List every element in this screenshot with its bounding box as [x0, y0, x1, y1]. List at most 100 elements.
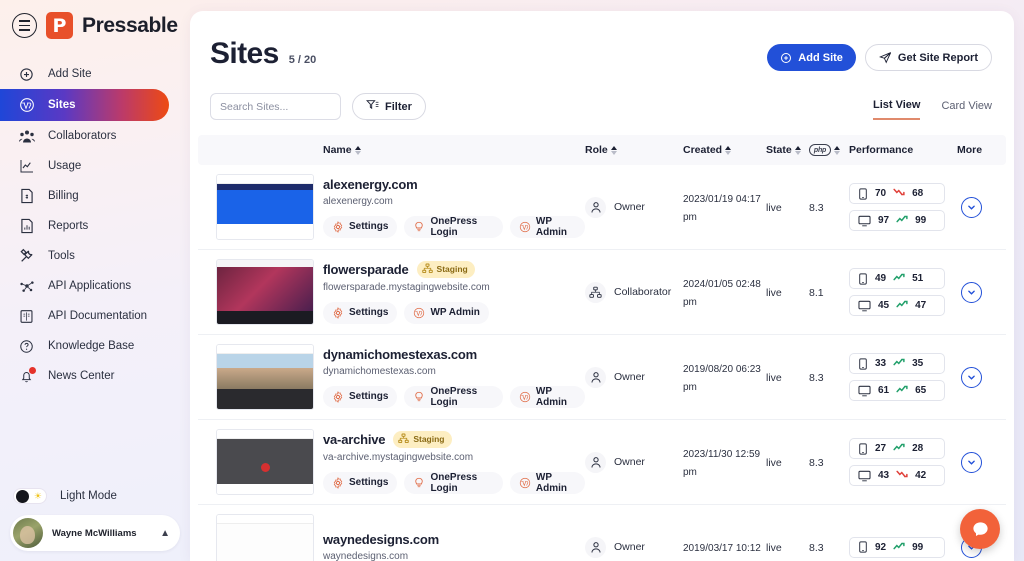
view-toggle: List View Card View	[873, 99, 992, 120]
row-more-button[interactable]	[961, 197, 982, 218]
site-name-line: alexenergy.com	[323, 177, 585, 192]
action-settings[interactable]: Settings	[323, 302, 397, 324]
col-state-header[interactable]: State	[766, 144, 809, 156]
desktop-score[interactable]: 97 99	[849, 210, 945, 231]
site-name[interactable]: dynamichomestexas.com	[323, 347, 477, 362]
search-input[interactable]	[210, 93, 341, 120]
sort-icon[interactable]	[355, 146, 361, 155]
site-thumbnail[interactable]	[216, 429, 314, 495]
mobile-score[interactable]: 33 35	[849, 353, 945, 374]
php-cell: 8.3	[809, 538, 849, 556]
site-url: va-archive.mystagingwebsite.com	[323, 452, 585, 463]
action-settings[interactable]: Settings	[323, 216, 397, 238]
light-mode-toggle[interactable]: ☀ Light Mode	[0, 488, 190, 504]
table-row[interactable]: va-archive Staging va-archive.mystagingw…	[198, 420, 1006, 505]
row-more-button[interactable]	[961, 452, 982, 473]
action-wp-admin[interactable]: WP Admin	[404, 302, 488, 324]
get-site-report-button[interactable]: Get Site Report	[865, 44, 992, 71]
desktop-score[interactable]: 43 42	[849, 465, 945, 486]
sidebar-item-collaborators[interactable]: Collaborators	[0, 121, 190, 151]
trend-up-icon	[896, 214, 908, 227]
action-wp-admin[interactable]: WP Admin	[510, 472, 585, 494]
action-onepress-login[interactable]: OnePress Login	[404, 216, 502, 238]
sidebar-item-news-center[interactable]: News Center	[0, 361, 190, 391]
avatar	[13, 518, 43, 548]
sidebar-item-billing[interactable]: Billing	[0, 181, 190, 211]
action-settings[interactable]: Settings	[323, 386, 397, 408]
performance-cell: 70 68 97 99	[849, 183, 957, 231]
sort-icon[interactable]	[795, 146, 801, 155]
sidebar-item-api-applications[interactable]: API Applications	[0, 271, 190, 301]
sort-icon[interactable]	[834, 146, 840, 155]
action-onepress-login[interactable]: OnePress Login	[404, 472, 502, 494]
more-cell	[957, 367, 1003, 388]
action-wp-admin[interactable]: WP Admin	[510, 216, 585, 238]
sidebar-item-add-site[interactable]: Add Site	[0, 59, 190, 89]
sort-icon[interactable]	[611, 146, 617, 155]
sidebar-item-label: API Applications	[48, 280, 131, 292]
table-row[interactable]: flowersparade Staging flowersparade.myst…	[198, 250, 1006, 335]
php-icon: php	[809, 144, 831, 156]
site-thumbnail[interactable]	[216, 514, 314, 561]
action-onepress-login[interactable]: OnePress Login	[404, 386, 502, 408]
sidebar-item-sites[interactable]: Sites	[0, 89, 169, 121]
mobile-score[interactable]: 92 99	[849, 537, 945, 558]
add-site-button[interactable]: Add Site	[767, 44, 856, 71]
performance-cell: 27 28 43 42	[849, 438, 957, 486]
site-name[interactable]: flowersparade	[323, 262, 409, 277]
desktop-score[interactable]: 61 65	[849, 380, 945, 401]
chat-bubble-icon[interactable]	[960, 509, 1000, 549]
theme-switch[interactable]: ☀	[13, 488, 47, 504]
mobile-score[interactable]: 49 51	[849, 268, 945, 289]
mobile-score[interactable]: 70 68	[849, 183, 945, 204]
sidebar-item-label: Collaborators	[48, 130, 116, 142]
table-row[interactable]: dynamichomestexas.com dynamichomestexas.…	[198, 335, 1006, 420]
user-profile[interactable]: Wayne McWilliams ▲	[10, 515, 180, 551]
tab-list-view[interactable]: List View	[873, 99, 920, 120]
mobile-score-device-icon	[858, 541, 868, 553]
created-date: 2023/11/30 12:59 pm	[683, 449, 760, 478]
site-thumbnail-cell	[198, 344, 323, 410]
pressable-logo-icon: P	[46, 12, 73, 39]
mobile-score[interactable]: 27 28	[849, 438, 945, 459]
col-more-header: More	[957, 144, 1003, 156]
col-php-header[interactable]: php	[809, 144, 849, 156]
site-thumbnail[interactable]	[216, 259, 314, 325]
performance-cell: 33 35 61 65	[849, 353, 957, 401]
site-name[interactable]: alexenergy.com	[323, 177, 418, 192]
state-label: live	[766, 372, 782, 384]
site-name[interactable]: waynedesigns.com	[323, 532, 439, 547]
sidebar-item-usage[interactable]: Usage	[0, 151, 190, 181]
sidebar-item-tools[interactable]: Tools	[0, 241, 190, 271]
gear-icon	[332, 391, 344, 403]
desktop-score-before: 45	[878, 300, 889, 311]
sidebar-item-api-documentation[interactable]: API Documentation	[0, 301, 190, 331]
col-role-header[interactable]: Role	[585, 144, 683, 156]
row-more-button[interactable]	[961, 282, 982, 303]
chevron-up-icon[interactable]: ▲	[160, 528, 170, 539]
onepress-icon	[413, 477, 425, 489]
state-cell: live	[766, 198, 809, 216]
action-wp-admin[interactable]: WP Admin	[510, 386, 585, 408]
site-name[interactable]: va-archive	[323, 432, 385, 447]
sidebar-item-knowledge-base[interactable]: Knowledge Base	[0, 331, 190, 361]
tab-card-view[interactable]: Card View	[941, 100, 992, 119]
table-row[interactable]: alexenergy.com alexenergy.com Settings O…	[198, 165, 1006, 250]
role-label: Owner	[614, 371, 645, 383]
desktop-score[interactable]: 45 47	[849, 295, 945, 316]
row-more-button[interactable]	[961, 367, 982, 388]
menu-toggle-icon[interactable]	[12, 13, 37, 38]
sidebar-item-reports[interactable]: Reports	[0, 211, 190, 241]
site-thumbnail[interactable]	[216, 174, 314, 240]
mobile-score-device-icon	[858, 443, 868, 455]
sort-icon[interactable]	[725, 146, 731, 155]
plus-circle-icon	[780, 52, 792, 64]
action-settings[interactable]: Settings	[323, 472, 397, 494]
col-name-header[interactable]: Name	[323, 144, 585, 156]
invoice-icon	[18, 188, 35, 205]
col-created-header[interactable]: Created	[683, 144, 766, 156]
filter-button[interactable]: Filter	[352, 93, 426, 120]
site-thumbnail[interactable]	[216, 344, 314, 410]
trend-up-icon	[896, 384, 908, 397]
table-row[interactable]: waynedesigns.com waynedesigns.com Owner …	[198, 505, 1006, 561]
